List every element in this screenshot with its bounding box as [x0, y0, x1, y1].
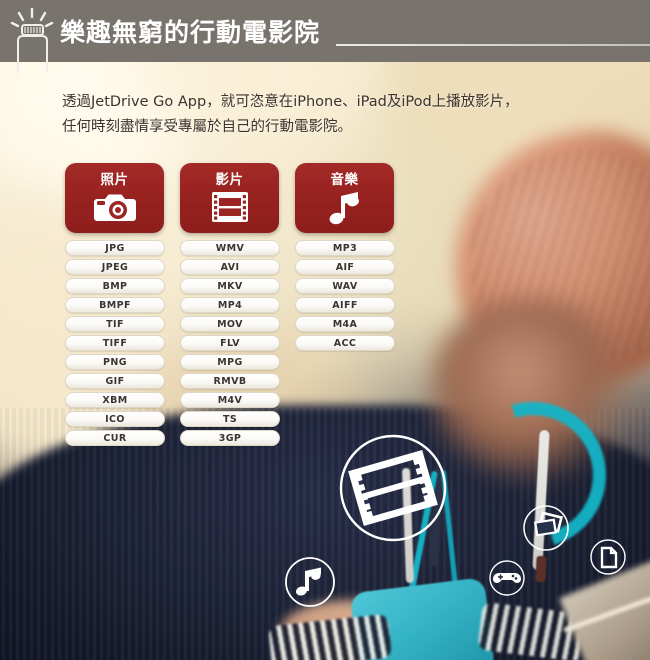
- category-label: 音樂: [330, 172, 359, 188]
- format-pill: FLV: [180, 335, 280, 351]
- description-line-1: 透過JetDrive Go App，就可恣意在iPhone、iPad及iPod上…: [62, 94, 519, 110]
- format-pill: CUR: [65, 430, 165, 446]
- format-pill: MPG: [180, 354, 280, 370]
- format-pill: WAV: [295, 278, 395, 294]
- gamepad-circle-icon: [489, 560, 525, 596]
- photos-circle-icon: [523, 505, 569, 551]
- format-pill: MP3: [295, 240, 395, 256]
- category-card-photo[interactable]: 照片: [65, 163, 164, 233]
- format-pill: JPG: [65, 240, 165, 256]
- format-pill: ACC: [295, 335, 395, 351]
- format-pill: 3GP: [180, 430, 280, 446]
- header-bar: 樂趣無窮的行動電影院: [0, 0, 650, 62]
- format-list-photo: JPG JPEG BMP BMPF TIF TIFF PNG GIF XBM I…: [65, 240, 165, 449]
- category-label: 照片: [100, 172, 129, 188]
- format-pill: JPEG: [65, 259, 165, 275]
- format-pill: RMVB: [180, 373, 280, 389]
- format-pill: AIF: [295, 259, 395, 275]
- music-note-icon: [329, 192, 359, 225]
- format-pill: TIF: [65, 316, 165, 332]
- format-pill: PNG: [65, 354, 165, 370]
- format-pill: XBM: [65, 392, 165, 408]
- format-pill: ICO: [65, 411, 165, 427]
- promo-banner: 樂趣無窮的行動電影院 透過JetDrive Go App，就可恣意在iPhone…: [0, 0, 650, 660]
- format-list-video: WMV AVI MKV MP4 MOV FLV MPG RMVB M4V TS …: [180, 240, 280, 449]
- format-pill: TS: [180, 411, 280, 427]
- description-text: 透過JetDrive Go App，就可恣意在iPhone、iPad及iPod上…: [62, 90, 532, 140]
- drawstring-tip: [535, 555, 547, 583]
- format-pill: AVI: [180, 259, 280, 275]
- format-pill: GIF: [65, 373, 165, 389]
- music-note-circle-icon: [285, 557, 335, 607]
- format-pill: MP4: [180, 297, 280, 313]
- format-pill: M4V: [180, 392, 280, 408]
- camera-icon: [93, 194, 136, 221]
- title-underline: [336, 44, 650, 46]
- format-list-music: MP3 AIF WAV AIFF M4A ACC: [295, 240, 395, 354]
- format-pill: MOV: [180, 316, 280, 332]
- lightning-connector-icon: [10, 8, 54, 73]
- film-strip-icon: [211, 192, 248, 222]
- format-pill: MKV: [180, 278, 280, 294]
- page-title: 樂趣無窮的行動電影院: [60, 18, 321, 47]
- format-pill: AIFF: [295, 297, 395, 313]
- format-pill: TIFF: [65, 335, 165, 351]
- format-pill: WMV: [180, 240, 280, 256]
- category-label: 影片: [215, 172, 244, 188]
- category-card-video[interactable]: 影片: [180, 163, 279, 233]
- film-strip-circle-icon: [339, 434, 447, 542]
- format-pill: M4A: [295, 316, 395, 332]
- document-circle-icon: [590, 539, 626, 575]
- format-pill: BMP: [65, 278, 165, 294]
- description-line-2: 任何時刻盡情享受專屬於自己的行動電影院。: [62, 119, 352, 135]
- category-card-music[interactable]: 音樂: [295, 163, 394, 233]
- format-pill: BMPF: [65, 297, 165, 313]
